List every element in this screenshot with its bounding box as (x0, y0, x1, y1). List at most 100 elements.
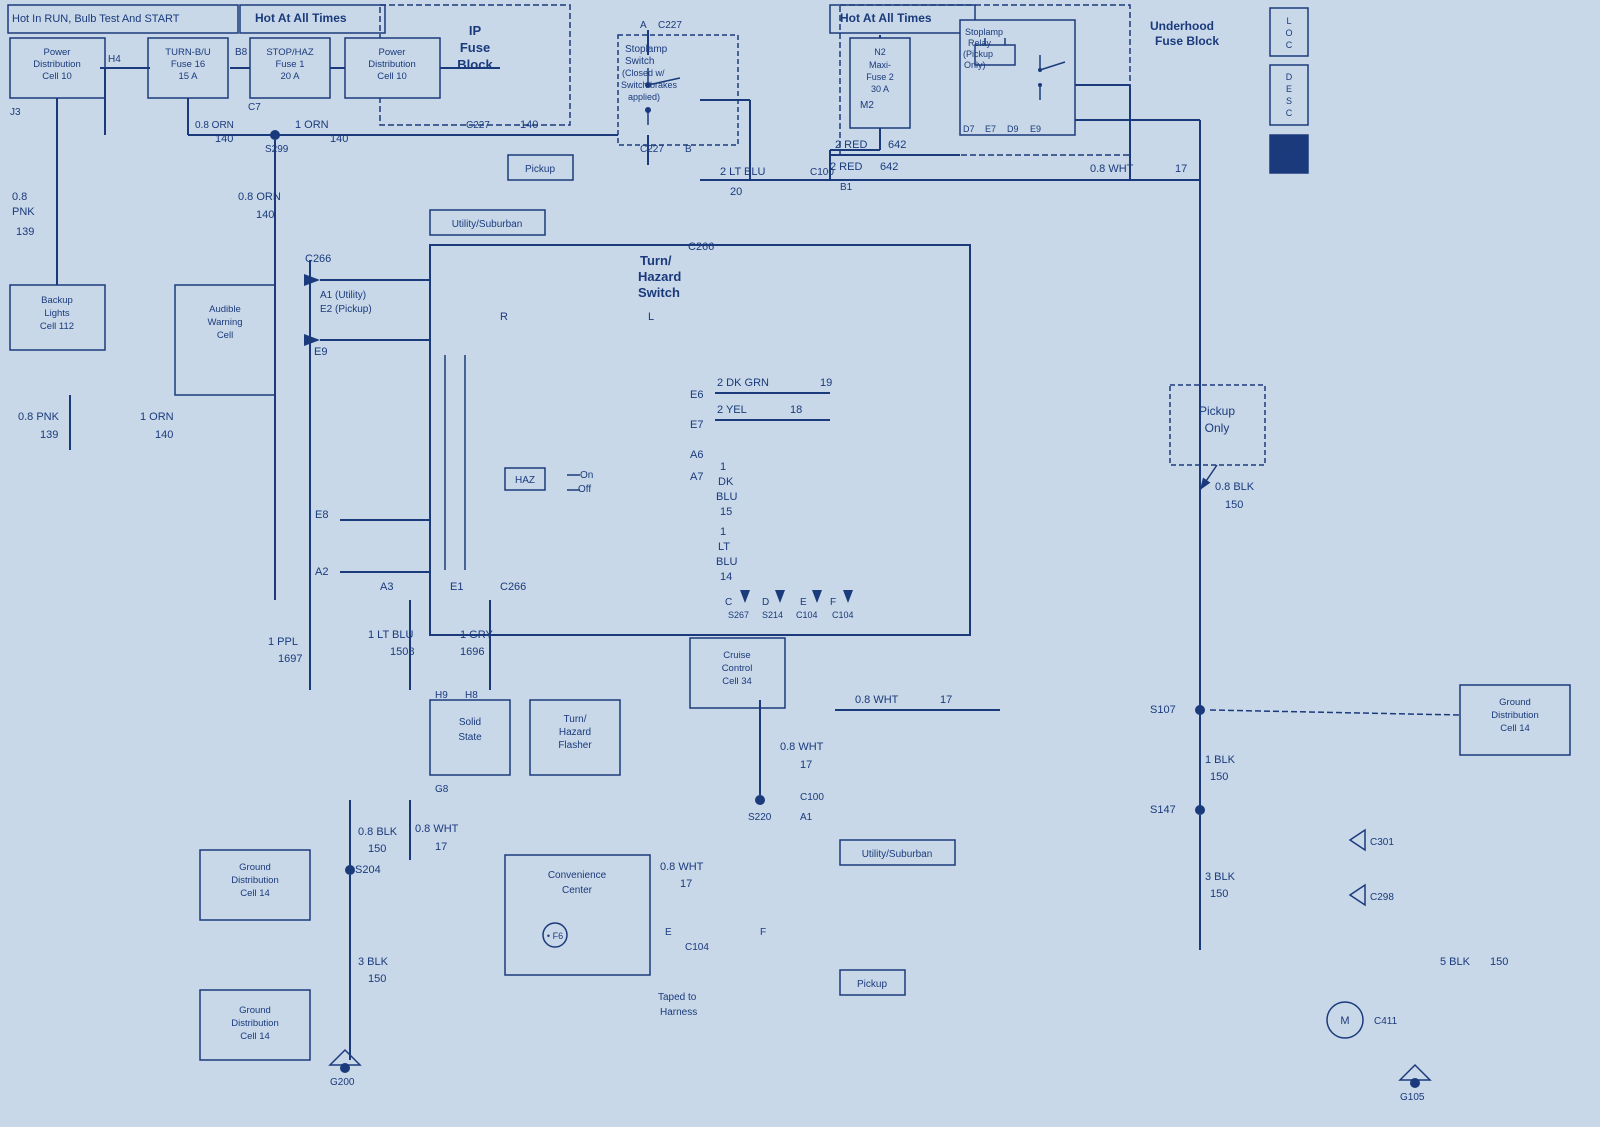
svg-text:1: 1 (720, 461, 726, 473)
svg-text:C: C (1286, 108, 1293, 118)
svg-text:2 RED: 2 RED (830, 161, 862, 173)
svg-text:Center: Center (562, 885, 593, 896)
svg-text:Hazard: Hazard (638, 269, 681, 284)
svg-text:Power: Power (44, 47, 71, 58)
svg-text:A1 (Utility): A1 (Utility) (320, 290, 366, 301)
svg-text:0.8 ORN: 0.8 ORN (238, 191, 281, 203)
svg-text:Stoplamp: Stoplamp (965, 27, 1003, 37)
svg-text:0.8 BLK: 0.8 BLK (358, 826, 398, 838)
wiring-diagram: Hot In RUN, Bulb Test And START Hot At A… (0, 0, 1600, 1127)
svg-text:F: F (760, 927, 766, 938)
svg-text:0.8: 0.8 (12, 191, 27, 203)
svg-text:S147: S147 (1150, 804, 1176, 816)
svg-text:Audible: Audible (209, 304, 241, 315)
svg-text:STOP/HAZ: STOP/HAZ (266, 47, 314, 58)
svg-text:Fuse 1: Fuse 1 (275, 59, 304, 70)
svg-text:E9: E9 (1030, 124, 1041, 134)
svg-text:Only): Only) (964, 60, 986, 70)
svg-text:0.8 BLK: 0.8 BLK (1215, 481, 1255, 493)
svg-text:B: B (685, 144, 692, 155)
svg-text:Underhood: Underhood (1150, 19, 1214, 33)
svg-text:Cell 10: Cell 10 (377, 71, 407, 82)
svg-text:Fuse 2: Fuse 2 (866, 72, 894, 82)
svg-text:30 A: 30 A (871, 84, 889, 94)
svg-text:2 RED: 2 RED (835, 139, 867, 151)
svg-text:2 DK GRN: 2 DK GRN (717, 377, 769, 389)
svg-text:Distribution: Distribution (231, 875, 279, 886)
svg-text:C227: C227 (640, 144, 664, 155)
svg-text:Ground: Ground (239, 862, 271, 873)
svg-text:M2: M2 (860, 100, 874, 111)
svg-text:Switch: Switch (625, 56, 654, 67)
svg-text:20 A: 20 A (280, 71, 300, 82)
svg-text:E: E (665, 927, 672, 938)
svg-text:Distribution: Distribution (231, 1018, 279, 1029)
svg-text:1: 1 (720, 526, 726, 538)
svg-text:139: 139 (16, 226, 34, 238)
svg-text:C: C (1286, 40, 1293, 50)
svg-text:C: C (725, 597, 732, 608)
svg-text:(Closed w/: (Closed w/ (622, 68, 665, 78)
svg-text:A7: A7 (690, 471, 703, 483)
svg-text:S204: S204 (355, 864, 381, 876)
svg-text:A: A (640, 20, 647, 31)
svg-text:D: D (762, 597, 769, 608)
svg-text:17: 17 (1175, 163, 1187, 175)
svg-text:Hazard: Hazard (559, 727, 591, 738)
svg-text:Cell: Cell (217, 330, 233, 341)
svg-text:DK: DK (718, 476, 734, 488)
svg-text:Distribution: Distribution (1491, 710, 1539, 721)
svg-text:E: E (800, 597, 807, 608)
svg-text:C7: C7 (248, 102, 261, 113)
svg-text:G200: G200 (330, 1077, 355, 1088)
svg-text:E9: E9 (314, 346, 327, 358)
svg-text:• F6: • F6 (547, 931, 563, 941)
svg-text:0.8 PNK: 0.8 PNK (18, 411, 60, 423)
svg-text:Off: Off (578, 484, 591, 495)
svg-text:642: 642 (888, 139, 906, 151)
svg-text:E8: E8 (315, 509, 328, 521)
svg-text:H4: H4 (108, 54, 121, 65)
svg-text:Only: Only (1205, 421, 1230, 435)
svg-text:Flasher: Flasher (558, 740, 592, 751)
svg-text:A1: A1 (800, 812, 813, 823)
svg-text:0.8 WHT: 0.8 WHT (855, 694, 899, 706)
svg-text:1 PPL: 1 PPL (268, 636, 298, 648)
svg-text:TURN-B/U: TURN-B/U (165, 47, 211, 58)
svg-text:1 ORN: 1 ORN (295, 119, 329, 131)
svg-text:C104: C104 (832, 610, 854, 620)
svg-text:17: 17 (435, 841, 447, 853)
svg-text:Switch: Switch (638, 285, 680, 300)
svg-text:Fuse 16: Fuse 16 (171, 59, 205, 70)
svg-text:Stoplamp: Stoplamp (625, 44, 668, 55)
svg-text:A3: A3 (380, 581, 393, 593)
svg-text:→: → (1279, 143, 1299, 165)
svg-text:IP: IP (469, 23, 482, 38)
svg-text:140: 140 (256, 209, 274, 221)
svg-text:S220: S220 (748, 812, 772, 823)
svg-text:Cell 10: Cell 10 (42, 71, 72, 82)
svg-text:E1: E1 (450, 581, 463, 593)
svg-text:Block: Block (457, 57, 493, 72)
svg-text:G8: G8 (435, 784, 449, 795)
svg-text:2 LT BLU: 2 LT BLU (720, 166, 766, 178)
svg-text:2 YEL: 2 YEL (717, 404, 747, 416)
svg-text:Maxi-: Maxi- (869, 60, 891, 70)
svg-text:15: 15 (720, 506, 732, 518)
svg-text:E7: E7 (985, 124, 996, 134)
svg-text:642: 642 (880, 161, 898, 173)
svg-text:Pickup: Pickup (525, 164, 555, 175)
svg-text:150: 150 (1210, 888, 1228, 900)
svg-text:C266: C266 (500, 581, 526, 593)
svg-text:E2 (Pickup): E2 (Pickup) (320, 304, 372, 315)
svg-text:1697: 1697 (278, 653, 302, 665)
svg-text:0.8 WHT: 0.8 WHT (780, 741, 824, 753)
svg-text:Warning: Warning (207, 317, 242, 328)
svg-text:14: 14 (720, 571, 732, 583)
svg-text:BLU: BLU (716, 491, 737, 503)
svg-text:S299: S299 (265, 144, 289, 155)
svg-text:S267: S267 (728, 610, 749, 620)
svg-text:0.8 WHT: 0.8 WHT (1090, 163, 1134, 175)
svg-text:N2: N2 (874, 47, 886, 57)
svg-text:1 LT BLU: 1 LT BLU (368, 629, 414, 641)
